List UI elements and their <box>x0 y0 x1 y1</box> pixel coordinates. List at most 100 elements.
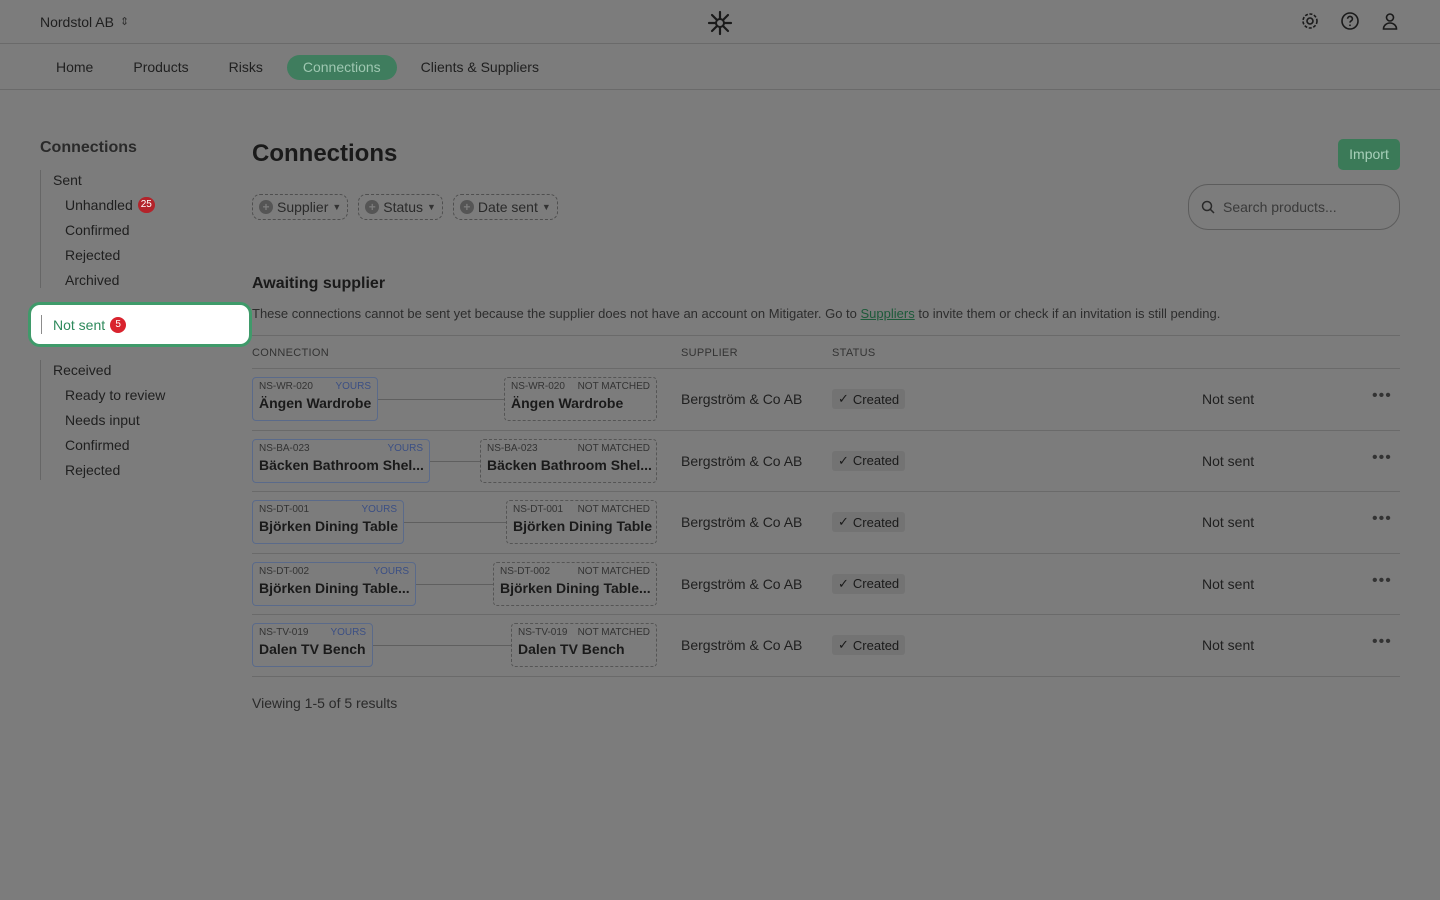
product-code: NS-TV-019 <box>259 627 309 638</box>
more-actions-icon[interactable]: ••• <box>1372 449 1392 467</box>
search-box[interactable] <box>1188 184 1400 230</box>
sidebar-item-received-rejected[interactable]: Rejected <box>65 462 120 478</box>
product-code: NS-WR-020 <box>259 381 313 392</box>
help-icon[interactable] <box>1340 11 1360 31</box>
sidebar-divider <box>40 170 41 288</box>
status-label: Created <box>852 391 900 407</box>
supplier-name: Bergström & Co AB <box>681 391 803 407</box>
nav-connections[interactable]: Connections <box>286 55 397 80</box>
table-row[interactable]: NS-DT-001 YOURS Björken Dining Table NS-D… <box>252 492 1400 554</box>
sidebar-item-needs-input[interactable]: Needs input <box>65 412 140 428</box>
sidebar-item-received-confirmed[interactable]: Confirmed <box>65 437 130 453</box>
nav-products[interactable]: Products <box>117 55 204 80</box>
sidebar-group-sent[interactable]: Sent <box>53 172 82 188</box>
sidebar-group-received[interactable]: Received <box>53 362 111 378</box>
more-actions-icon[interactable]: ••• <box>1372 572 1392 590</box>
gear-icon[interactable] <box>1300 11 1320 31</box>
nav-home[interactable]: Home <box>40 55 109 80</box>
search-icon <box>1201 200 1215 214</box>
product-name: Björken Dining Table... <box>500 579 651 596</box>
own-product-card[interactable]: NS-WR-020 YOURS Ängen Wardrobe <box>252 377 378 421</box>
column-connection[interactable]: CONNECTION <box>252 347 329 359</box>
org-name: Nordstol AB <box>40 14 114 30</box>
filter-bar: + Supplier ▼ + Status ▼ + Date sent ▼ <box>252 194 558 220</box>
sent-status: Not sent <box>1202 575 1255 592</box>
supplier-product-card[interactable]: NS-DT-001 NOT MATCHED Björken Dining Tabl… <box>506 500 657 544</box>
yours-tag: YOURS <box>335 381 371 392</box>
check-icon: ✓ <box>838 637 849 652</box>
not-matched-tag: NOT MATCHED <box>577 381 650 392</box>
filter-supplier[interactable]: + Supplier ▼ <box>252 194 349 220</box>
import-button[interactable]: Import <box>1338 139 1400 170</box>
sidebar-item-archived[interactable]: Archived <box>65 272 119 288</box>
product-code: NS-TV-019 <box>518 627 568 638</box>
sidebar-divider <box>40 360 41 480</box>
connection-line <box>378 399 504 400</box>
supplier-product-card[interactable]: NS-DT-002 NOT MATCHED Björken Dining Tabl… <box>493 561 657 606</box>
column-status[interactable]: STATUS <box>832 347 876 359</box>
sent-status: Not sent <box>1202 637 1255 653</box>
count-badge: 25 <box>137 197 155 213</box>
description-text: to invite them or check if an invitation… <box>914 306 1221 321</box>
sidebar-item-ready-to-review[interactable]: Ready to review <box>65 387 165 403</box>
yours-tag: YOURS <box>387 442 423 454</box>
own-product-card[interactable]: NS-TV-019 YOURS Dalen TV Bench <box>252 623 373 667</box>
sidebar-title: Connections <box>40 139 137 156</box>
status-label: Created <box>852 637 900 653</box>
connection-line <box>373 645 511 646</box>
more-actions-icon[interactable]: ••• <box>1372 633 1392 651</box>
table-row[interactable]: NS-TV-019 YOURS Dalen TV Bench NS-TV-019 N… <box>252 615 1400 677</box>
org-switcher[interactable]: Nordstol AB ⇕ <box>40 14 129 30</box>
not-matched-tag: NOT MATCHED <box>577 627 650 638</box>
supplier-name: Bergström & Co AB <box>681 637 803 653</box>
product-name: Ängen Wardrobe <box>511 395 624 411</box>
connection-line <box>430 460 480 462</box>
sidebar-item-unhandled[interactable]: Unhandled 25 <box>65 197 155 213</box>
sidebar-item-confirmed[interactable]: Confirmed <box>65 222 130 238</box>
chevron-down-icon: ▼ <box>541 202 551 212</box>
nav-risks[interactable]: Risks <box>213 55 279 80</box>
own-product-card[interactable]: NS-DT-001 YOURS Björken Dining Table <box>252 500 404 544</box>
connection-line <box>416 583 493 585</box>
count-badge: 5 <box>110 317 127 333</box>
search-input[interactable] <box>1223 199 1383 215</box>
supplier-product-card[interactable]: NS-TV-019 NOT MATCHED Dalen TV Bench <box>511 623 657 667</box>
product-name: Bäcken Bathroom Shel... <box>259 456 424 473</box>
product-name: Dalen TV Bench <box>259 641 366 657</box>
status-label: Created <box>852 576 900 591</box>
supplier-product-card[interactable]: NS-BA-023 NOT MATCHED Bäcken Bathroom She… <box>480 438 657 483</box>
status-badge: ✓ Created <box>832 512 906 532</box>
own-product-card[interactable]: NS-BA-023 YOURS Bäcken Bathroom Shel... <box>252 438 430 483</box>
product-code: NS-DT-001 <box>513 504 564 515</box>
check-icon: ✓ <box>838 514 849 529</box>
column-supplier[interactable]: SUPPLIER <box>681 347 738 359</box>
own-product-card[interactable]: NS-DT-002 YOURS Björken Dining Table... <box>252 561 416 606</box>
more-actions-icon[interactable]: ••• <box>1372 510 1392 528</box>
filter-status[interactable]: + Status ▼ <box>358 194 443 220</box>
user-icon[interactable] <box>1380 11 1400 31</box>
table-row[interactable]: NS-DT-002 YOURS Björken Dining Table... N… <box>252 554 1400 615</box>
supplier-name: Bergström & Co AB <box>681 575 803 592</box>
sidebar-item-not-sent[interactable]: Not sent 5 <box>28 302 252 347</box>
sent-status: Not sent <box>1202 514 1255 530</box>
supplier-product-card[interactable]: NS-WR-020 NOT MATCHED Ängen Wardrobe <box>504 377 657 421</box>
more-actions-icon[interactable]: ••• <box>1372 387 1392 405</box>
sidebar-item-rejected[interactable]: Rejected <box>65 247 120 263</box>
check-icon: ✓ <box>838 391 849 406</box>
suppliers-link[interactable]: Suppliers <box>861 306 915 321</box>
product-name: Björken Dining Table... <box>259 579 410 596</box>
table-header: CONNECTION SUPPLIER STATUS <box>252 335 1400 369</box>
product-name: Björken Dining Table <box>259 518 398 534</box>
connections-table: CONNECTION SUPPLIER STATUS NS-WR-020 YOUR… <box>252 335 1400 677</box>
supplier-name: Bergström & Co AB <box>681 514 803 530</box>
status-badge: ✓ Created <box>832 573 906 594</box>
filter-date-sent[interactable]: + Date sent ▼ <box>452 194 558 220</box>
product-name: Björken Dining Table <box>513 518 652 534</box>
sent-status: Not sent <box>1202 452 1255 469</box>
product-code: NS-BA-023 <box>259 442 310 454</box>
nav-clients-suppliers[interactable]: Clients & Suppliers <box>405 55 555 80</box>
logo-icon <box>707 10 733 36</box>
table-row[interactable]: NS-WR-020 YOURS Ängen Wardrobe NS-WR-020 N… <box>252 369 1400 431</box>
not-matched-tag: NOT MATCHED <box>577 504 650 515</box>
table-row[interactable]: NS-BA-023 YOURS Bäcken Bathroom Shel... N… <box>252 431 1400 492</box>
